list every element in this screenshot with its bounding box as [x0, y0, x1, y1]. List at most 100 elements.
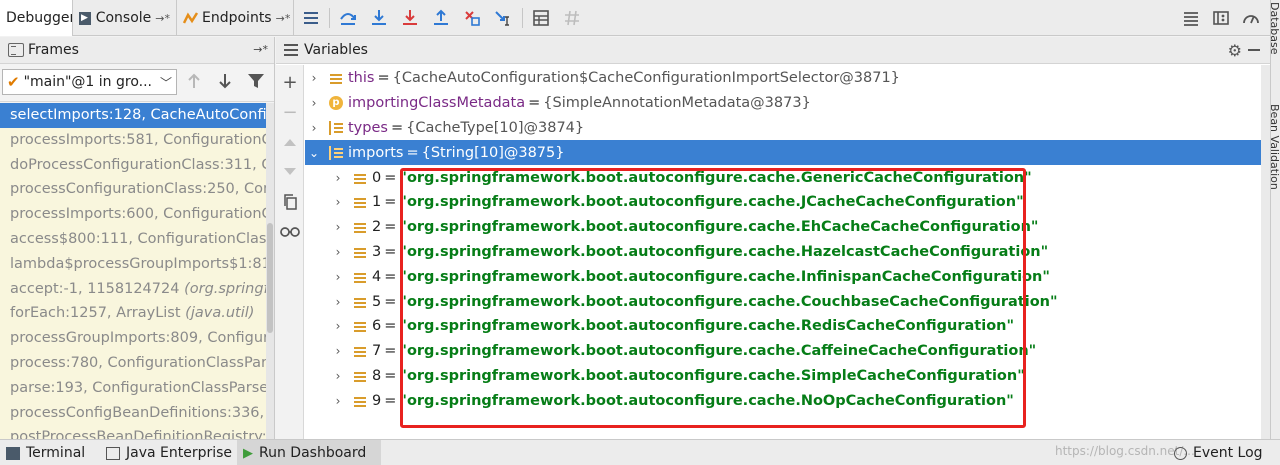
array-element-row[interactable]: › 7 = "org.springframework.boot.autoconfigu… — [305, 339, 1270, 364]
variable-row[interactable]: › this = {CacheAutoConfiguration$CacheConfi… — [305, 66, 1270, 91]
chevron-right-icon[interactable]: › — [333, 245, 343, 259]
variables-icon — [284, 44, 298, 56]
frame-item[interactable]: lambda$processGroupImports$1:812, C — [0, 251, 274, 277]
tab-debugger-label: Debugger — [6, 10, 73, 26]
frame-item[interactable]: selectImports:128, CacheAutoConfigura — [0, 103, 274, 128]
gauge-icon[interactable] — [1240, 7, 1262, 29]
restore-layout-icon[interactable] — [1180, 7, 1202, 29]
array-element-row[interactable]: › 6 = "org.springframework.boot.autoconfigu… — [305, 314, 1270, 339]
frame-item[interactable]: access$800:111, ConfigurationClassPar — [0, 226, 274, 252]
chevron-right-icon[interactable]: › — [333, 220, 343, 234]
frame-item[interactable]: processImports:600, ConfigurationClass — [0, 202, 274, 227]
step-into-icon[interactable] — [368, 7, 390, 29]
console-icon: ▶ — [79, 11, 91, 25]
chevron-right-icon[interactable]: › — [333, 344, 343, 358]
minimize-icon[interactable] — [1248, 49, 1260, 51]
move-down-icon[interactable] — [279, 161, 301, 183]
tab-console[interactable]: ▶ Console →* — [73, 0, 177, 36]
field-icon — [353, 319, 367, 333]
chevron-right-icon[interactable]: › — [333, 295, 343, 309]
tab-event-log[interactable]: Event Log — [1168, 440, 1269, 465]
frame-item[interactable]: accept:-1, 1158124724 (org.springfram — [0, 276, 274, 302]
glasses-icon[interactable] — [279, 221, 301, 243]
chevron-right-icon[interactable]: › — [333, 319, 343, 333]
element-index: 3 — [372, 243, 382, 260]
tab-endpoints[interactable]: Endpoints →* — [177, 0, 294, 36]
move-up-icon[interactable] — [279, 131, 301, 153]
frame-item[interactable]: processConfigBeanDefinitions:336, Con — [0, 400, 274, 426]
frame-item[interactable]: processImports:581, ConfigurationClass — [0, 127, 274, 153]
frame-item[interactable]: doProcessConfigurationClass:311, Conf — [0, 152, 274, 178]
settings-icon[interactable] — [1210, 7, 1232, 29]
frame-item[interactable]: processGroupImports:809, Configuratic — [0, 326, 274, 351]
element-index: 0 — [372, 169, 382, 186]
evaluate-expression-icon[interactable] — [530, 7, 552, 29]
tab-run-dashboard[interactable]: ▶ Run Dashboard — [237, 440, 381, 465]
pin-icon[interactable]: →* — [155, 12, 170, 25]
array-element-row[interactable]: › 0 = "org.springframework.boot.autoconfigu… — [305, 165, 1270, 190]
array-element-row[interactable]: › 4 = "org.springframework.boot.autoconfigu… — [305, 264, 1270, 289]
equals-sign: = — [384, 194, 397, 211]
tab-java-enterprise[interactable]: Java Enterprise — [100, 440, 238, 465]
element-index: 2 — [372, 219, 382, 236]
trace-icon[interactable] — [561, 7, 583, 29]
chevron-right-icon[interactable]: › — [309, 121, 319, 135]
arrow-down-icon[interactable] — [217, 72, 233, 94]
thread-selector[interactable]: ✔ "main"@1 in gro... ﹀ — [2, 69, 177, 95]
chevron-right-icon[interactable]: › — [333, 369, 343, 383]
variable-row[interactable]: › types = {CacheType[10]@3874} — [305, 116, 1270, 141]
field-icon — [353, 171, 367, 185]
variables-scrollbar[interactable] — [1261, 65, 1270, 439]
step-over-icon[interactable] — [337, 7, 359, 29]
frame-item[interactable]: process:780, ConfigurationClassParser$ — [0, 350, 274, 376]
pin-icon[interactable]: →* — [276, 12, 291, 25]
array-element-row[interactable]: › 1 = "org.springframework.boot.autoconfigu… — [305, 190, 1270, 215]
chevron-right-icon[interactable]: › — [333, 195, 343, 209]
equals-sign: = — [384, 392, 397, 409]
element-index: 1 — [372, 194, 382, 211]
remove-watch-icon[interactable]: − — [279, 101, 301, 123]
arrow-up-icon[interactable] — [186, 72, 202, 94]
array-element-row[interactable]: › 8 = "org.springframework.boot.autoconfigu… — [305, 364, 1270, 389]
chevron-right-icon[interactable]: › — [309, 96, 319, 110]
tab-terminal-label: Terminal — [26, 445, 86, 461]
force-step-into-icon[interactable] — [399, 7, 421, 29]
frame-item[interactable]: postProcessBeanDefinitionRegistry:252 — [0, 425, 274, 439]
step-out-icon[interactable] — [430, 7, 452, 29]
copy-icon[interactable] — [279, 191, 301, 213]
pin-icon[interactable]: →* — [253, 43, 268, 56]
field-icon — [353, 295, 367, 309]
database-tool-label[interactable]: Database — [1271, 2, 1280, 55]
scrollbar-thumb[interactable] — [267, 223, 273, 333]
chevron-right-icon[interactable]: › — [309, 71, 319, 85]
chevron-right-icon[interactable]: › — [333, 171, 343, 185]
variable-row[interactable]: ⌄ imports = {String[10]@3875} — [305, 140, 1270, 166]
frames-scrollbar[interactable] — [266, 103, 274, 439]
array-element-row[interactable]: › 3 = "org.springframework.boot.autoconfigu… — [305, 240, 1270, 265]
variables-title: Variables — [304, 42, 368, 58]
chevron-down-icon[interactable]: ⌄ — [309, 146, 319, 160]
tab-terminal[interactable]: Terminal — [0, 440, 91, 465]
frame-item[interactable]: processConfigurationClass:250, Configu — [0, 177, 274, 203]
add-watch-icon[interactable]: + — [279, 71, 301, 93]
filter-icon[interactable] — [247, 73, 265, 93]
element-value: "org.springframework.boot.autoconfigure.… — [399, 169, 1032, 186]
field-icon — [353, 220, 367, 234]
field-icon — [353, 195, 367, 209]
bean-validation-tool-label[interactable]: Bean Validation — [1271, 104, 1280, 190]
array-element-row[interactable]: › 5 = "org.springframework.boot.autoconfigu… — [305, 289, 1270, 314]
tab-debugger[interactable]: Debugger — [0, 0, 73, 36]
chevron-right-icon[interactable]: › — [333, 394, 343, 408]
array-element-row[interactable]: › 2 = "org.springframework.boot.autoconfigu… — [305, 215, 1270, 240]
frame-item[interactable]: parse:193, ConfigurationClassParser (or — [0, 375, 274, 401]
drop-frame-icon[interactable] — [461, 7, 483, 29]
frame-item[interactable]: forEach:1257, ArrayList (java.util) — [0, 301, 274, 327]
run-to-cursor-icon[interactable] — [492, 7, 514, 29]
element-value: "org.springframework.boot.autoconfigure.… — [399, 392, 1014, 409]
variable-row[interactable]: › p importingClassMetadata = {SimpleAnnotati… — [305, 91, 1270, 116]
settings-icon[interactable]: ⚙ — [1228, 41, 1242, 60]
equals-sign: = — [384, 293, 397, 310]
chevron-right-icon[interactable]: › — [333, 270, 343, 284]
show-execution-point-icon[interactable] — [300, 7, 322, 29]
array-element-row[interactable]: › 9 = "org.springframework.boot.autoconfigu… — [305, 388, 1270, 413]
